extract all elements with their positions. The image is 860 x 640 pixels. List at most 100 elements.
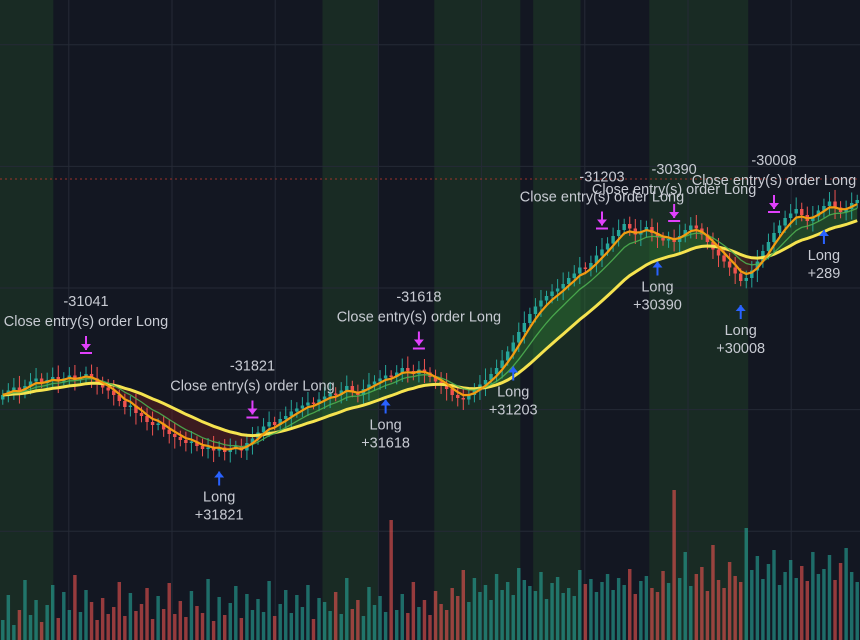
volume-bar (811, 552, 815, 640)
volume-bar (211, 621, 216, 640)
volume-bar (794, 578, 798, 640)
volume-bar (639, 581, 643, 640)
candle-body (855, 200, 859, 203)
volume-bar (616, 578, 621, 640)
volume-bar (578, 570, 582, 640)
signal-text: Long (203, 490, 235, 506)
volume-bar (62, 592, 66, 640)
candle-body (800, 209, 804, 215)
volume-bar (439, 604, 443, 640)
signal-pnl: +31618 (361, 436, 410, 452)
volume-bar (389, 520, 393, 640)
candle-body (522, 323, 527, 332)
volume-bar (428, 615, 432, 640)
volume-bar (505, 582, 510, 640)
volume-bar (123, 616, 127, 640)
volume-bar (339, 614, 343, 640)
signal-pnl: +30390 (633, 298, 682, 314)
candle-body (123, 401, 127, 407)
volume-bar (766, 564, 771, 640)
candle-body (189, 441, 194, 443)
volume-bar (156, 596, 160, 640)
candle-body (794, 209, 798, 214)
candle-body (611, 236, 615, 244)
volume-bar (189, 591, 194, 640)
signal-pnl: +31203 (489, 403, 538, 419)
volume-bar (261, 612, 266, 640)
volume-bar (650, 588, 654, 640)
signal-pnl: -31041 (63, 294, 108, 310)
volume-bar (106, 614, 110, 640)
volume-bar (378, 596, 382, 640)
volume-bar (173, 614, 177, 640)
volume-bar (6, 595, 11, 640)
candle-body (722, 255, 726, 262)
candle-body (555, 288, 560, 292)
volume-bar (727, 562, 732, 640)
signal-pnl: -31618 (396, 290, 441, 306)
candle-body (772, 233, 776, 242)
volume-bar (555, 577, 560, 640)
volume-bar (322, 602, 327, 640)
signal-text: Long (497, 385, 529, 401)
volume-bar (139, 604, 144, 640)
volume-bar (716, 580, 721, 640)
candle-body (583, 267, 588, 269)
volume-bar (822, 569, 826, 640)
volume-bar (84, 590, 88, 640)
price-chart[interactable]: -31041 Close entry(s) order Long Long +3182… (0, 0, 860, 640)
volume-bar (461, 570, 466, 640)
volume-bar (827, 555, 832, 640)
candle-body (628, 224, 632, 229)
candle-body (406, 368, 410, 371)
volume-bar (533, 591, 538, 640)
candle-body (733, 267, 737, 274)
volume-bar (23, 580, 27, 640)
volume-bar (394, 610, 399, 640)
volume-bar (284, 590, 288, 640)
volume-bar (95, 620, 99, 640)
volume-bar (483, 585, 488, 640)
volume-bar (278, 604, 282, 640)
volume-bar (128, 593, 133, 640)
volume-bar (750, 570, 754, 640)
volume-bar (400, 594, 404, 640)
candle-body (456, 395, 460, 398)
volume-bar (772, 550, 776, 640)
volume-bar (644, 576, 649, 640)
candle-body (561, 284, 565, 289)
volume-bar (150, 619, 155, 640)
candle-body (34, 378, 38, 382)
candle-body (206, 447, 210, 449)
volume-bar (134, 611, 138, 640)
volume-bar (655, 592, 660, 640)
volume-bar (694, 574, 699, 640)
candle-body (517, 332, 521, 343)
candle-body (622, 224, 626, 230)
signal-text: Long (725, 323, 757, 339)
volume-bar (744, 528, 748, 640)
candle-body (766, 242, 771, 251)
volume-bar (805, 581, 810, 640)
volume-bar (56, 618, 60, 640)
volume-bar (345, 578, 349, 640)
volume-bar (300, 607, 305, 640)
volume-bar (200, 613, 205, 640)
signal-text: Close entry(s) order Long (337, 310, 501, 326)
candle-body (605, 243, 610, 250)
candle-body (744, 278, 748, 281)
candle-body (150, 422, 155, 425)
volume-bar (700, 567, 704, 640)
volume-bar (622, 585, 626, 640)
volume-bar (184, 617, 188, 640)
volume-bar (117, 582, 122, 640)
volume-bar (816, 574, 821, 640)
volume-bar (661, 571, 665, 640)
candle-body (578, 267, 582, 274)
candle-body (572, 273, 576, 278)
volume-bar (517, 568, 521, 640)
volume-bar (572, 596, 576, 640)
candle-body (539, 300, 543, 307)
volume-bar (478, 592, 482, 640)
volume-bar (89, 602, 94, 640)
